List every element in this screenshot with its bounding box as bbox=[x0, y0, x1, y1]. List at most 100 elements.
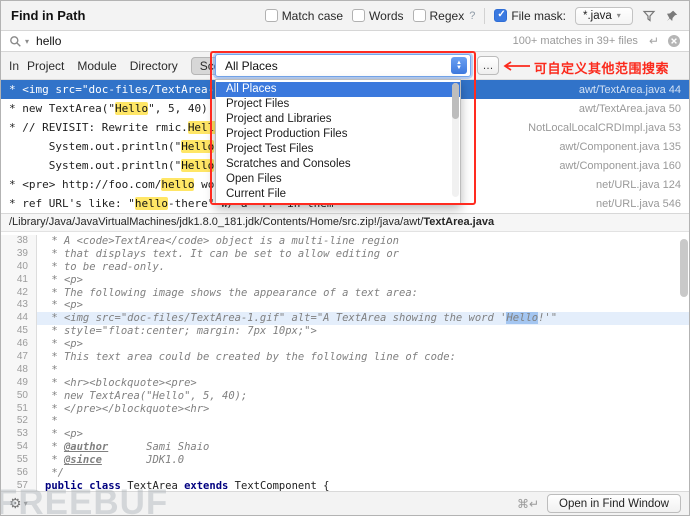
editor-line: 51 * </pre></blockquote><hr> bbox=[1, 403, 689, 416]
line-number: 47 bbox=[1, 351, 37, 364]
match-case-label: Match case bbox=[282, 9, 343, 23]
words-label: Words bbox=[369, 9, 403, 23]
line-number: 43 bbox=[1, 299, 37, 312]
editor-line: 40 * to be read-only. bbox=[1, 261, 689, 274]
search-history-chevron-icon[interactable]: ▾ bbox=[25, 37, 29, 46]
line-number: 54 bbox=[1, 441, 37, 454]
line-code: * </pre></blockquote><hr> bbox=[37, 403, 689, 416]
match-highlight: Hello bbox=[181, 140, 214, 153]
regex-help-icon[interactable]: ? bbox=[469, 10, 475, 22]
result-location: awt/TextArea.java 50 bbox=[567, 103, 681, 115]
scope-option[interactable]: Project and Libraries bbox=[216, 112, 460, 127]
line-number: 55 bbox=[1, 454, 37, 467]
line-code: * The following image shows the appearan… bbox=[37, 287, 689, 300]
line-code: * style="float:center; margin: 7px 10px;… bbox=[37, 325, 689, 338]
scrollbar-thumb[interactable] bbox=[452, 83, 459, 119]
pin-icon[interactable] bbox=[665, 9, 679, 23]
regex-option[interactable]: Regex ? bbox=[413, 9, 476, 23]
editor-line: 46 * <p> bbox=[1, 338, 689, 351]
line-code: * A <code>TextArea</code> object is a mu… bbox=[37, 235, 689, 248]
find-in-path-dialog: Find in Path Match case Words Regex ? Fi… bbox=[0, 0, 690, 516]
scope-option[interactable]: Current File bbox=[216, 187, 460, 202]
match-highlight: Hello bbox=[115, 102, 148, 115]
open-in-find-window-button[interactable]: Open in Find Window bbox=[547, 494, 681, 513]
line-number: 48 bbox=[1, 364, 37, 377]
line-code: * <p> bbox=[37, 428, 689, 441]
line-code: */ bbox=[37, 467, 689, 480]
line-code: * <img src="doc-files/TextArea-1.gif" al… bbox=[37, 312, 689, 325]
search-icon bbox=[9, 35, 22, 48]
line-number: 42 bbox=[1, 287, 37, 300]
separator bbox=[484, 8, 485, 24]
editor-line: 41 * <p> bbox=[1, 274, 689, 287]
gear-icon[interactable]: ⚙▾ bbox=[9, 495, 28, 512]
line-number: 40 bbox=[1, 261, 37, 274]
words-checkbox[interactable] bbox=[352, 9, 365, 22]
scope-option[interactable]: Project Production Files bbox=[216, 127, 460, 142]
match-case-option[interactable]: Match case bbox=[265, 9, 343, 23]
search-field[interactable]: ▾ hello 100+ matches in 39+ files ↵ bbox=[1, 30, 689, 52]
file-mask-label: File mask: bbox=[511, 9, 566, 23]
editor-scrollbar[interactable] bbox=[680, 239, 688, 329]
editor-line: 53 * <p> bbox=[1, 428, 689, 441]
match-case-checkbox[interactable] bbox=[265, 9, 278, 22]
scope-option[interactable]: Open Files bbox=[216, 172, 460, 187]
result-location: awt/Component.java 135 bbox=[547, 141, 681, 153]
scope-option[interactable]: Project Files bbox=[216, 97, 460, 112]
dialog-title: Find in Path bbox=[11, 8, 85, 23]
scope-combobox[interactable]: All Places ▲▼ bbox=[215, 54, 471, 77]
line-number: 44 bbox=[1, 312, 37, 325]
line-code: * <p> bbox=[37, 299, 689, 312]
scope-tabs: ProjectModuleDirectoryScope bbox=[27, 57, 243, 75]
editor-line: 52 * bbox=[1, 415, 689, 428]
scope-tab-directory[interactable]: Directory bbox=[130, 58, 178, 74]
editor-line: 55 * @since JDK1.0 bbox=[1, 454, 689, 467]
scope-dropdown-list: All PlacesProject FilesProject and Libra… bbox=[215, 79, 461, 205]
editor-line: 44 * <img src="doc-files/TextArea-1.gif"… bbox=[1, 312, 689, 325]
line-number: 53 bbox=[1, 428, 37, 441]
line-number: 39 bbox=[1, 248, 37, 261]
words-option[interactable]: Words bbox=[352, 9, 403, 23]
line-code: * to be read-only. bbox=[37, 261, 689, 274]
editor-line: 47 * This text area could be created by … bbox=[1, 351, 689, 364]
line-code: * @author Sami Shaio bbox=[37, 441, 689, 454]
path-bar: /Library/Java/JavaVirtualMachines/jdk1.8… bbox=[1, 213, 689, 232]
chevron-down-icon: ▾ bbox=[617, 11, 621, 20]
editor-code[interactable]: 38 * A <code>TextArea</code> object is a… bbox=[1, 232, 689, 493]
scope-tab-module[interactable]: Module bbox=[77, 58, 116, 74]
regex-label: Regex bbox=[430, 9, 465, 23]
line-code: * <p> bbox=[37, 338, 689, 351]
scope-tab-project[interactable]: Project bbox=[27, 58, 64, 74]
clear-search-icon[interactable] bbox=[667, 34, 681, 48]
file-mask-select[interactable]: *.java ▾ bbox=[575, 7, 633, 25]
result-location: net/URL.java 546 bbox=[584, 198, 681, 210]
annotation-text: 可自定义其他范围搜索 bbox=[534, 58, 669, 77]
file-mask-checkbox[interactable] bbox=[494, 9, 507, 22]
scope-option[interactable]: Scratches and Consoles bbox=[216, 157, 460, 172]
file-mask-option[interactable]: File mask: bbox=[494, 9, 566, 23]
editor-line: 38 * A <code>TextArea</code> object is a… bbox=[1, 235, 689, 248]
line-code: * bbox=[37, 364, 689, 377]
line-code: * <hr><blockquote><pre> bbox=[37, 377, 689, 390]
scope-combobox-value: All Places bbox=[225, 59, 278, 73]
more-scopes-button[interactable]: … bbox=[477, 56, 499, 75]
match-highlight: hello bbox=[135, 197, 168, 210]
search-input[interactable]: hello bbox=[36, 34, 61, 48]
line-number: 56 bbox=[1, 467, 37, 480]
red-arrow-icon bbox=[502, 61, 530, 71]
line-number: 38 bbox=[1, 235, 37, 248]
regex-checkbox[interactable] bbox=[413, 9, 426, 22]
title-bar: Find in Path Match case Words Regex ? Fi… bbox=[1, 1, 689, 30]
line-number: 52 bbox=[1, 415, 37, 428]
scope-option[interactable]: All Places bbox=[216, 82, 460, 97]
editor-line: 43 * <p> bbox=[1, 299, 689, 312]
editor-line: 50 * new TextArea("Hello", 5, 40); bbox=[1, 390, 689, 403]
newline-icon[interactable]: ↵ bbox=[649, 34, 659, 48]
scope-option[interactable]: Project Test Files bbox=[216, 142, 460, 157]
file-mask-value: *.java bbox=[583, 10, 612, 22]
filter-icon[interactable] bbox=[642, 9, 656, 23]
dropdown-scrollbar[interactable] bbox=[452, 83, 459, 197]
match-highlight: hello bbox=[161, 178, 194, 191]
line-code: * @since JDK1.0 bbox=[37, 454, 689, 467]
scrollbar-thumb[interactable] bbox=[680, 239, 688, 297]
